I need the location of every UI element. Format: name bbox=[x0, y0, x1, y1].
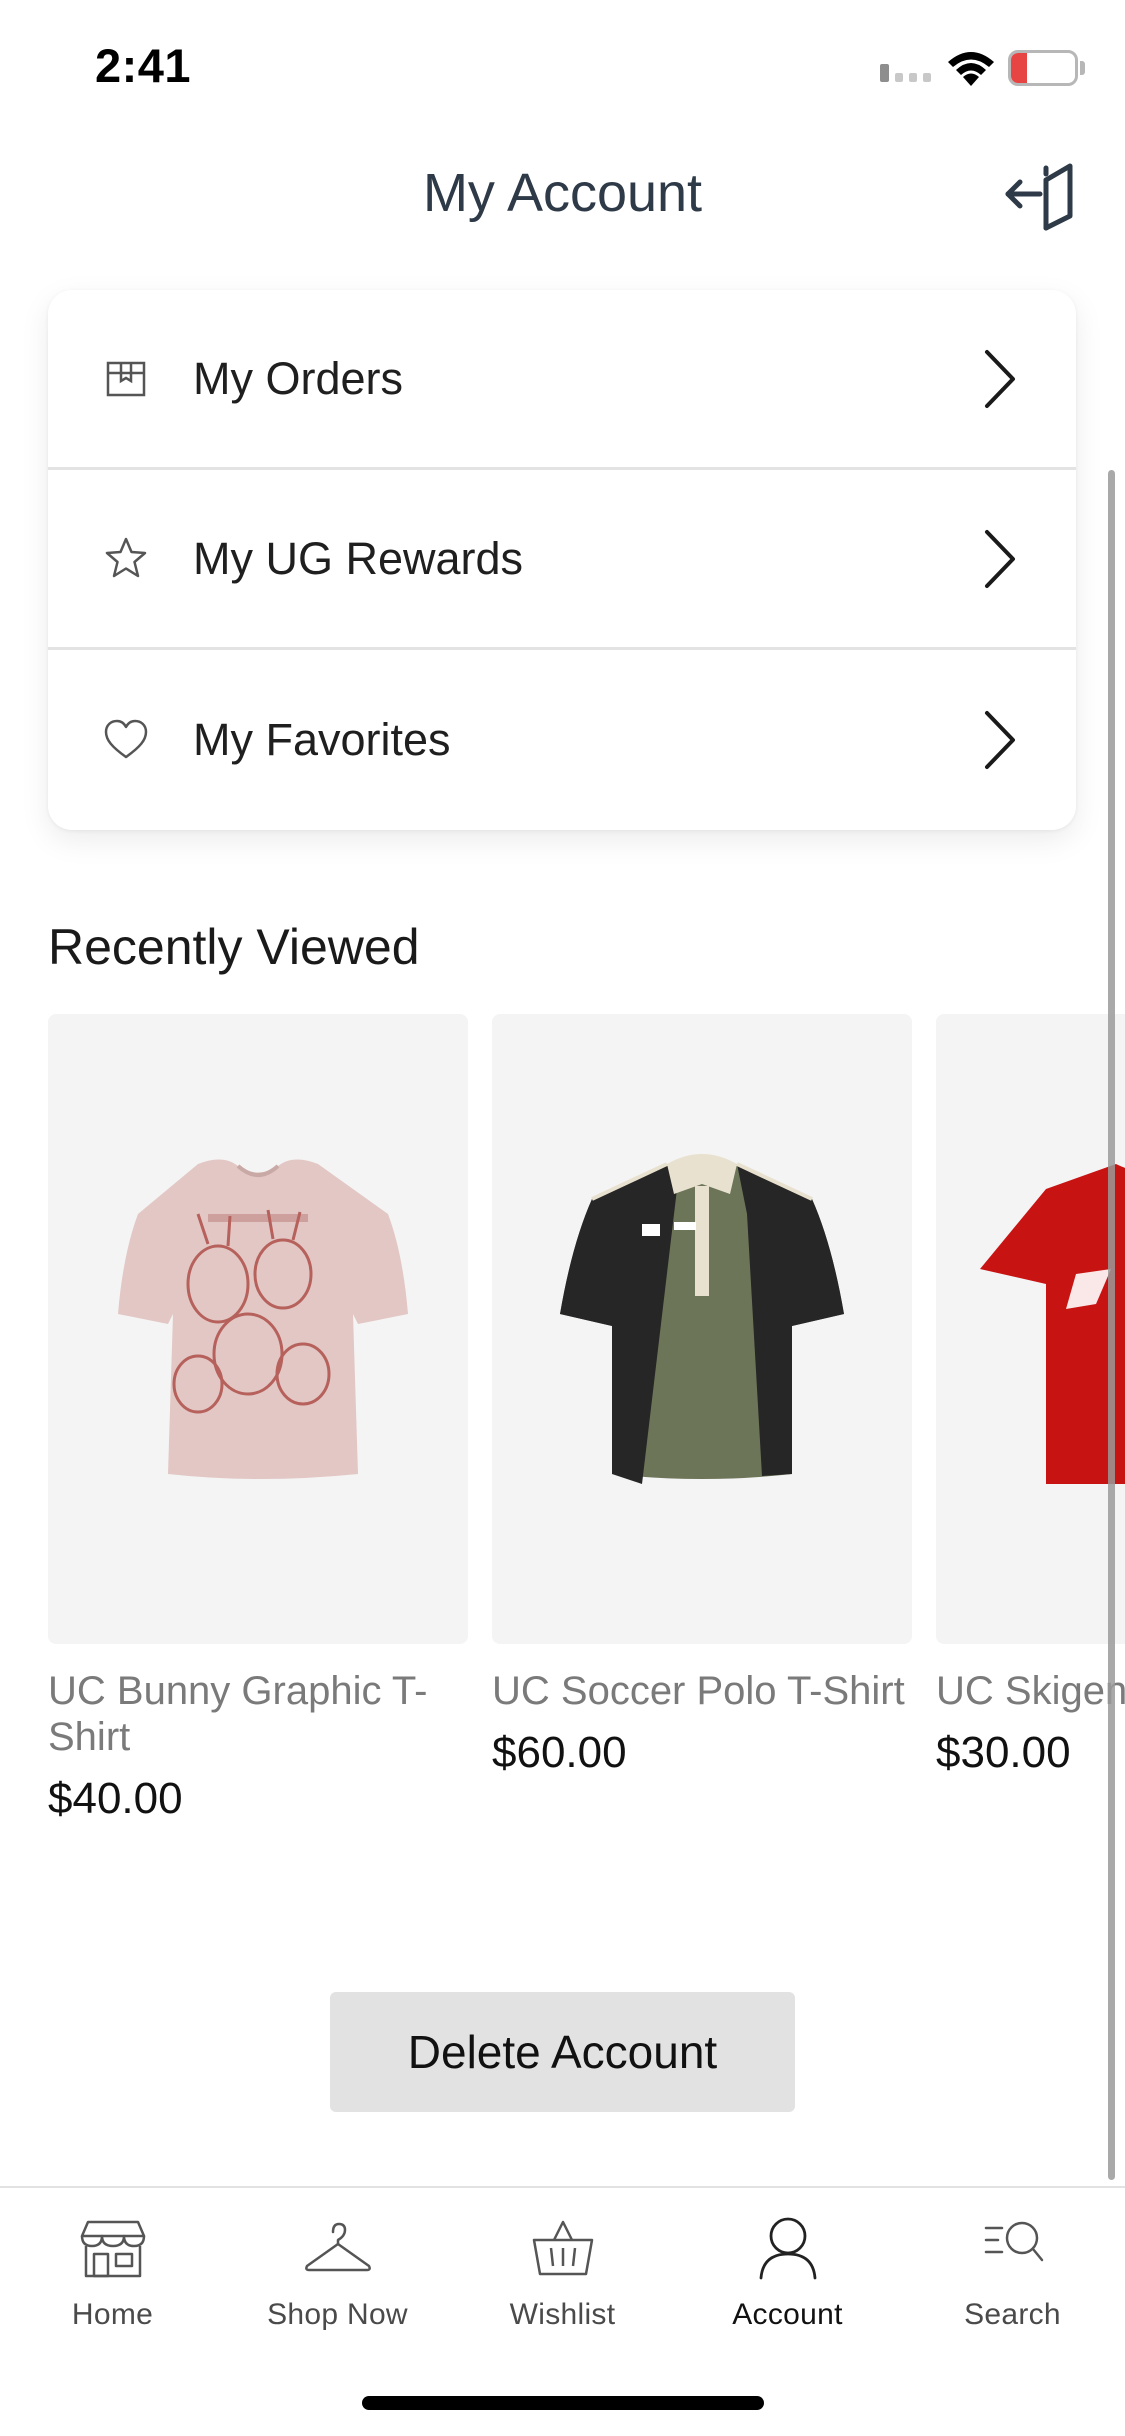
product-image bbox=[936, 1014, 1125, 1644]
chevron-right-icon bbox=[985, 529, 1015, 588]
box-icon bbox=[106, 361, 146, 396]
battery-percent: 11 bbox=[1027, 51, 1059, 84]
chevron-right-icon bbox=[985, 349, 1015, 408]
recently-viewed-title: Recently Viewed bbox=[48, 919, 420, 975]
page-title: My Account bbox=[422, 163, 703, 223]
status-bar: 2:41 11 bbox=[0, 0, 1125, 135]
home-indicator bbox=[362, 2396, 764, 2410]
tab-label: Shop Now bbox=[267, 2298, 408, 2331]
logout-icon[interactable] bbox=[1002, 160, 1078, 232]
basket-icon bbox=[532, 2220, 593, 2276]
person-icon bbox=[759, 2217, 816, 2280]
tshirt-image bbox=[980, 1164, 1125, 1484]
cellular-signal-icon bbox=[880, 64, 931, 82]
tab-label: Search bbox=[964, 2298, 1061, 2331]
scrollbar[interactable] bbox=[1108, 470, 1115, 2180]
product-image bbox=[48, 1014, 468, 1644]
menu-item-label: My Favorites bbox=[193, 714, 451, 765]
product-card[interactable]: UC Bunny Graphic T-Shirt $40.00 bbox=[48, 1014, 468, 1824]
product-card[interactable]: UC Skigen $30.00 bbox=[936, 1014, 1125, 1778]
tab-label: Home bbox=[71, 2298, 154, 2331]
polo-shirt-image bbox=[560, 1154, 844, 1484]
product-price: $40.00 bbox=[48, 1774, 183, 1823]
product-image bbox=[492, 1014, 912, 1644]
menu-item-orders[interactable]: My Orders bbox=[48, 290, 1076, 470]
menu-item-favorites[interactable]: My Favorites bbox=[48, 650, 1076, 830]
product-price: $30.00 bbox=[936, 1728, 1071, 1777]
product-card[interactable]: UC Soccer Polo T-Shirt $60.00 bbox=[492, 1014, 912, 1778]
hanger-icon bbox=[304, 2222, 371, 2272]
tab-wishlist[interactable]: Wishlist bbox=[450, 2216, 675, 2332]
storefront-icon bbox=[80, 2220, 145, 2278]
tab-label: Account bbox=[732, 2298, 843, 2331]
menu-item-label: My Orders bbox=[193, 352, 404, 404]
product-name: UC Bunny Graphic T-Shirt bbox=[48, 1669, 428, 1759]
delete-account-button[interactable]: Delete Account bbox=[330, 1992, 795, 2112]
recently-viewed-carousel[interactable]: UC Bunny Graphic T-Shirt $40.00 UC Socce… bbox=[0, 1014, 1125, 1834]
tab-account[interactable]: Account bbox=[675, 2216, 900, 2332]
battery-icon: 11 bbox=[1008, 50, 1078, 86]
product-price: $60.00 bbox=[492, 1728, 627, 1777]
tshirt-image bbox=[118, 1159, 408, 1479]
chevron-right-icon bbox=[985, 711, 1015, 769]
wifi-icon bbox=[948, 52, 994, 86]
product-name: UC Soccer Polo T-Shirt bbox=[492, 1669, 905, 1713]
menu-item-label: My UG Rewards bbox=[193, 532, 524, 584]
heart-icon bbox=[104, 719, 148, 759]
battery-cap bbox=[1080, 61, 1085, 75]
tab-search[interactable]: Search bbox=[900, 2216, 1125, 2332]
product-name: UC Skigen bbox=[936, 1669, 1125, 1713]
status-time: 2:41 bbox=[95, 39, 192, 92]
tab-label: Wishlist bbox=[509, 2298, 616, 2331]
account-screen: 2:41 11 My Account My Orders My UG Rewar… bbox=[0, 0, 1125, 2436]
tab-shop-now[interactable]: Shop Now bbox=[225, 2216, 450, 2332]
tab-home[interactable]: Home bbox=[0, 2216, 225, 2332]
star-icon bbox=[105, 537, 147, 577]
search-list-icon bbox=[984, 2221, 1043, 2262]
menu-item-rewards[interactable]: My UG Rewards bbox=[48, 470, 1076, 650]
account-menu: My Orders My UG Rewards My Favorites bbox=[48, 290, 1076, 830]
